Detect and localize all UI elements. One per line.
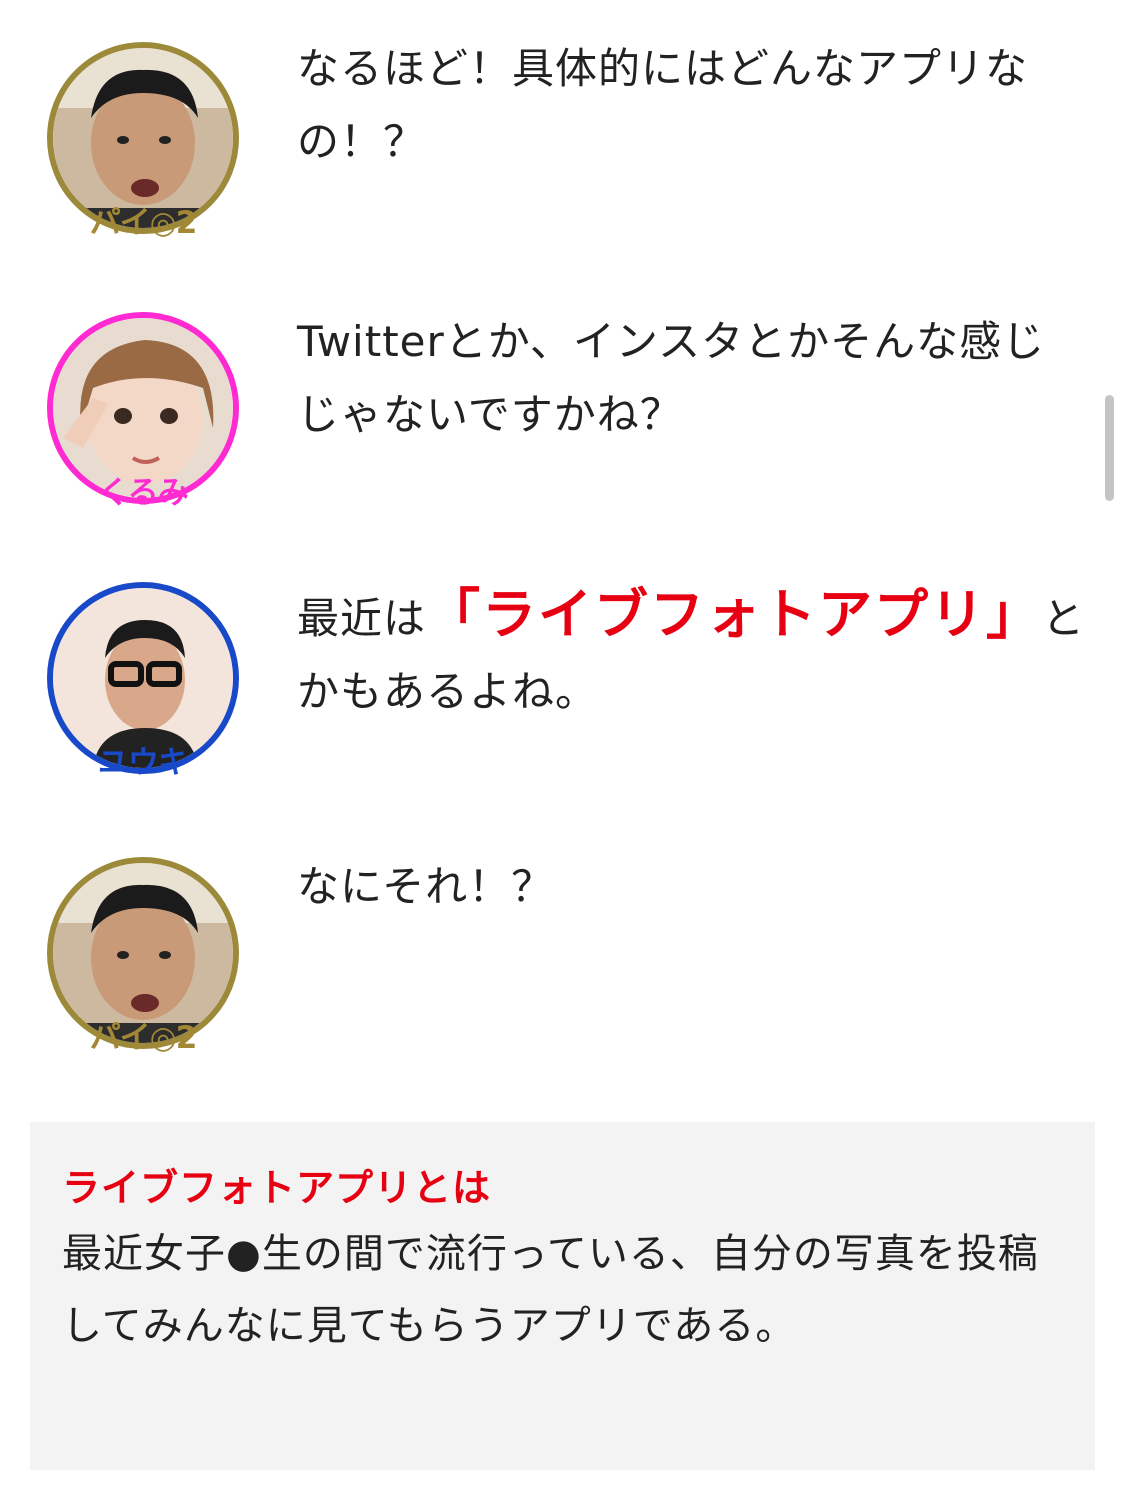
message-text: なるほど！具体的にはどんなアプリなの！？ <box>297 44 1029 166</box>
person-avatar-icon <box>53 588 233 768</box>
message-text: 最近は「ライブフォトアプリ」とかもあるよね。 <box>297 578 1087 728</box>
person-avatar-icon <box>53 318 233 498</box>
message-text: なにそれ！？ <box>297 862 555 911</box>
scrollbar[interactable] <box>1105 395 1114 501</box>
note-body: 最近女子●生の間で流行っている、自分の写真を投稿してみんなに見てもらうアプリであ… <box>62 1231 1039 1349</box>
avatar-name: くるみ <box>98 475 188 511</box>
person-avatar-icon <box>53 48 233 228</box>
message-text: Twitterとか、インスタとかそんな感じじゃないですかね？ <box>297 317 1046 439</box>
note-title: ライブフォトアプリとは <box>62 1166 492 1210</box>
avatar-name: ユウキ <box>98 745 189 781</box>
avatar-name: パイ◎2 <box>89 1020 198 1056</box>
person-avatar-icon <box>53 863 233 1043</box>
chat-page: パイ◎2 なるほど！具体的にはどんなアプリなの！？ くるみ Twitterとか、… <box>0 0 1125 1492</box>
message-text-plain: 最近は <box>297 594 427 643</box>
highlight-text: 「ライブフォトアプリ」 <box>426 583 1043 646</box>
note-box: ライブフォトアプリとは 最近女子●生の間で流行っている、自分の写真を投稿してみん… <box>30 1122 1095 1470</box>
avatar-name: パイ◎2 <box>89 205 198 241</box>
